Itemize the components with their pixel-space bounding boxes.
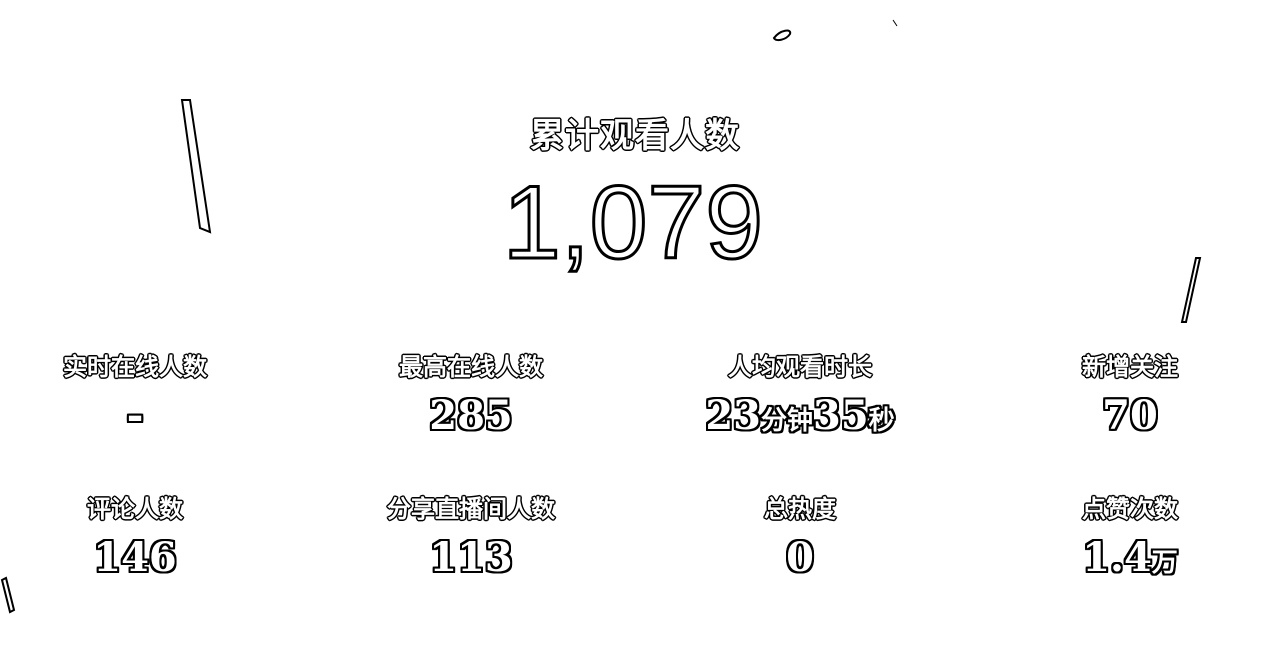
stat-commenters: 评论人数 146	[0, 494, 285, 580]
minutes-value: 23	[705, 392, 761, 439]
total-viewers-label: 累计观看人数	[530, 116, 740, 156]
minutes-unit: 分钟	[760, 406, 813, 436]
stat-value: 0	[786, 534, 814, 581]
total-viewers-value: 1,079	[501, 165, 764, 281]
likes-unit: 万	[1151, 548, 1178, 578]
stat-value: 285	[429, 392, 513, 439]
stat-label: 点赞次数	[1082, 495, 1178, 523]
likes-number: 1.4	[1082, 534, 1152, 581]
stat-label: 分享直播间人数	[387, 495, 555, 523]
stat-sharers: 分享直播间人数 113	[321, 494, 621, 580]
stat-value: 23分钟35秒	[650, 394, 950, 438]
stat-peak-online: 最高在线人数 285	[321, 352, 621, 438]
stat-label: 评论人数	[87, 495, 183, 523]
stat-value: 146	[93, 534, 177, 581]
stat-label: 新增关注	[1082, 353, 1178, 381]
stat-total-heat: 总热度 0	[650, 494, 950, 580]
stat-value: -	[126, 392, 144, 439]
stat-label: 总热度	[764, 495, 836, 523]
stat-likes: 点赞次数 1.4万	[980, 494, 1280, 580]
stat-value: 70	[1102, 392, 1158, 439]
seconds-unit: 秒	[868, 406, 895, 436]
seconds-value: 35	[813, 392, 869, 439]
stat-label: 实时在线人数	[63, 353, 207, 381]
stat-new-followers: 新增关注 70	[980, 352, 1280, 438]
stat-avg-watch-time: 人均观看时长 23分钟35秒	[650, 352, 950, 438]
stat-label: 最高在线人数	[399, 353, 543, 381]
stat-value: 113	[429, 534, 513, 581]
stat-realtime-online: 实时在线人数 -	[0, 352, 285, 438]
stat-value: 1.4万	[980, 536, 1280, 580]
stat-label: 人均观看时长	[728, 353, 872, 381]
